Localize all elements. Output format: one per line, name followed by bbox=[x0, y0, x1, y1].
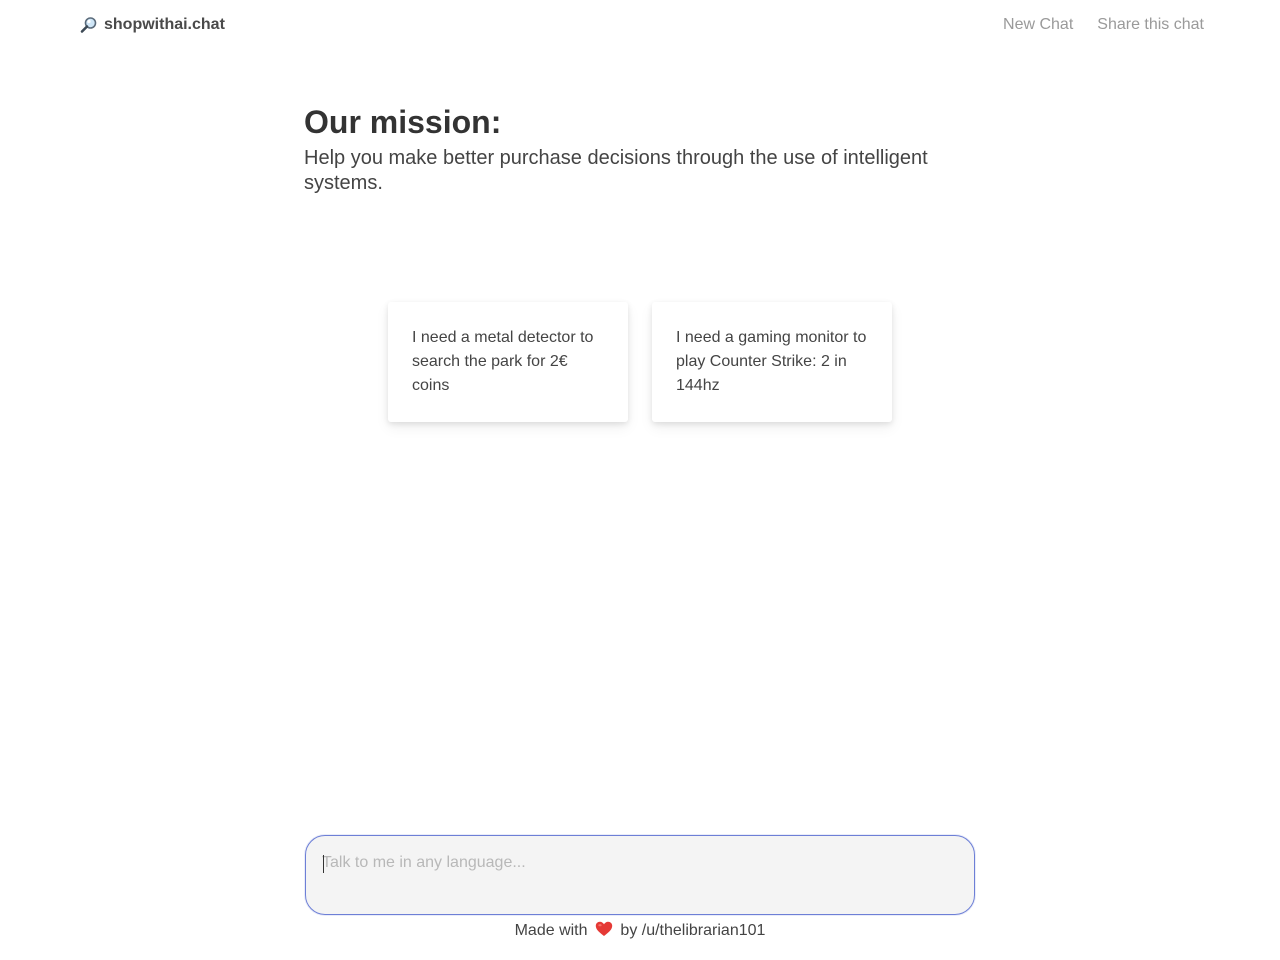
mission-text: Help you make better purchase decisions … bbox=[304, 147, 928, 194]
chat-input[interactable] bbox=[322, 852, 958, 902]
mission-section: Our mission: Help you make better purcha… bbox=[304, 104, 984, 196]
magnifying-glass-icon bbox=[80, 16, 98, 34]
footer-suffix: by /u/thelibrarian101 bbox=[620, 922, 766, 939]
footer: Made with by /u/thelibrarian101 bbox=[0, 921, 1280, 941]
header-nav: New Chat Share this chat bbox=[1003, 16, 1204, 34]
heart-icon bbox=[595, 921, 613, 937]
brand-name: shopwithai.chat bbox=[104, 16, 225, 33]
text-caret bbox=[323, 855, 324, 873]
new-chat-link[interactable]: New Chat bbox=[1003, 16, 1073, 34]
footer-prefix: Made with bbox=[514, 922, 588, 939]
suggestion-cards: I need a metal detector to search the pa… bbox=[388, 302, 892, 422]
mission-title: Our mission: bbox=[304, 104, 502, 140]
share-chat-link[interactable]: Share this chat bbox=[1097, 16, 1204, 34]
suggestion-card-metal-detector[interactable]: I need a metal detector to search the pa… bbox=[388, 302, 628, 422]
chat-input-container bbox=[305, 835, 975, 915]
suggestion-card-gaming-monitor[interactable]: I need a gaming monitor to play Counter … bbox=[652, 302, 892, 422]
top-bar: shopwithai.chat New Chat Share this chat bbox=[0, 0, 1280, 52]
brand-link[interactable]: shopwithai.chat bbox=[80, 16, 225, 34]
